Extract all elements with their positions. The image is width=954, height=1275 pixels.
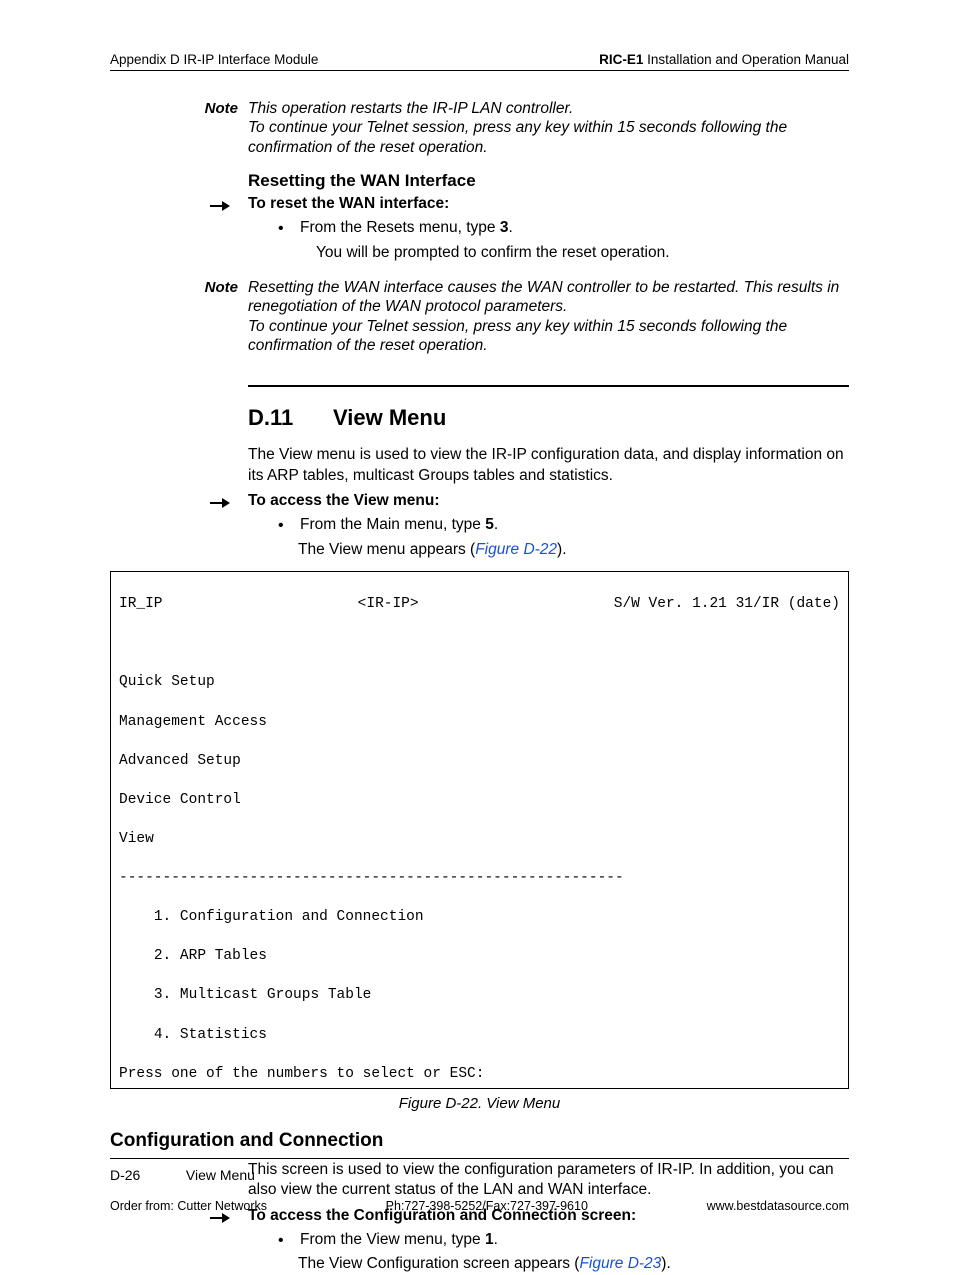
sub-pre: The View Configuration screen appears ( (298, 1255, 579, 1272)
note-label: Note (110, 278, 248, 296)
terminal-line: Advanced Setup (119, 752, 840, 772)
bullet-pre: From the Main menu, type (300, 516, 485, 533)
header-right: RIC-E1 Installation and Operation Manual (599, 52, 849, 67)
footer-url: www.bestdatasource.com (707, 1199, 849, 1213)
footer-phone: Ph:727-398-5252/Fax:727-397-9610 (386, 1199, 588, 1213)
note-2: Note Resetting the WAN interface causes … (110, 278, 849, 356)
bullet-list: From the Resets menu, type 3. (278, 218, 849, 239)
terminal-item: 4. Statistics (119, 1026, 840, 1046)
footer-secondary: Order from: Cutter Networks Ph:727-398-5… (110, 1199, 849, 1213)
header-right-bold: RIC-E1 (599, 52, 643, 67)
terminal-prompt: Press one of the numbers to select or ES… (119, 1065, 840, 1085)
footer-primary: D-26 View Menu (110, 1167, 849, 1183)
bullet-item: From the Main menu, type 5. (278, 515, 849, 536)
sub-text: You will be prompted to confirm the rese… (316, 243, 849, 264)
bullet-item: From the View menu, type 1. (278, 1230, 849, 1251)
terminal-dashes: ----------------------------------------… (119, 869, 840, 889)
footer-order: Order from: Cutter Networks (110, 1199, 267, 1213)
procedure-reset-wan: To reset the WAN interface: (210, 195, 849, 214)
sub-text: The View Configuration screen appears (F… (298, 1254, 849, 1275)
terminal-item: 1. Configuration and Connection (119, 908, 840, 928)
procedure-text: To access the View menu: (248, 492, 440, 510)
terminal-screen: IR_IP <IR-IP> S/W Ver. 1.21 31/IR (date) Q… (110, 571, 849, 1090)
terminal-line: Device Control (119, 791, 840, 811)
page-header: Appendix D IR-IP Interface Module RIC-E1… (110, 52, 849, 71)
section-intro: The View menu is used to view the IR-IP … (248, 445, 849, 485)
terminal-line: Quick Setup (119, 673, 840, 693)
bullet-post: . (494, 516, 498, 533)
bullet-pre: From the View menu, type (300, 1231, 485, 1248)
bullet-bold: 1 (485, 1231, 494, 1248)
figure-caption: Figure D-22. View Menu (110, 1095, 849, 1112)
procedure-view-menu: To access the View menu: (210, 492, 849, 511)
section-title: View Menu (333, 405, 446, 430)
note-body: Resetting the WAN interface causes the W… (248, 278, 849, 356)
terminal-line: View (119, 830, 840, 850)
bullet-bold: 5 (485, 516, 494, 533)
heading-config: Configuration and Connection (110, 1130, 849, 1152)
terminal-left: IR_IP (119, 595, 163, 615)
sub-text: The View menu appears (Figure D-22). (298, 540, 849, 561)
section-heading: D.11View Menu (248, 405, 849, 431)
procedure-text: To reset the WAN interface: (248, 195, 449, 213)
header-right-rest: Installation and Operation Manual (643, 52, 849, 67)
bullet-pre: From the Resets menu, type (300, 219, 500, 236)
figure-link[interactable]: Figure D-22 (475, 541, 557, 558)
page-number: D-26 (110, 1167, 182, 1183)
sub-pre: The View menu appears ( (298, 541, 475, 558)
heading-reset-wan: Resetting the WAN Interface (248, 171, 849, 191)
note-1: Note This operation restarts the IR-IP L… (110, 99, 849, 157)
header-left: Appendix D IR-IP Interface Module (110, 52, 318, 67)
bullet-list: From the View menu, type 1. (278, 1230, 849, 1251)
bullet-list: From the Main menu, type 5. (278, 515, 849, 536)
footer-rule (110, 1158, 849, 1159)
section-rule (248, 385, 849, 387)
section-number: D.11 (248, 405, 333, 431)
terminal-blank (119, 634, 840, 654)
sub-post: ). (557, 541, 566, 558)
bullet-item: From the Resets menu, type 3. (278, 218, 849, 239)
bullet-post: . (508, 219, 512, 236)
sub-post: ). (661, 1255, 670, 1272)
terminal-line: Management Access (119, 713, 840, 733)
terminal-item: 2. ARP Tables (119, 947, 840, 967)
procedure-arrow-icon (210, 195, 248, 214)
bullet-post: . (494, 1231, 498, 1248)
figure-link[interactable]: Figure D-23 (579, 1255, 661, 1272)
terminal-right: S/W Ver. 1.21 31/IR (date) (614, 595, 840, 615)
footer-section: View Menu (186, 1167, 255, 1183)
terminal-item: 3. Multicast Groups Table (119, 986, 840, 1006)
note-label: Note (110, 99, 248, 117)
note-body: This operation restarts the IR-IP LAN co… (248, 99, 849, 157)
procedure-arrow-icon (210, 492, 248, 511)
terminal-center: <IR-IP> (358, 595, 419, 615)
